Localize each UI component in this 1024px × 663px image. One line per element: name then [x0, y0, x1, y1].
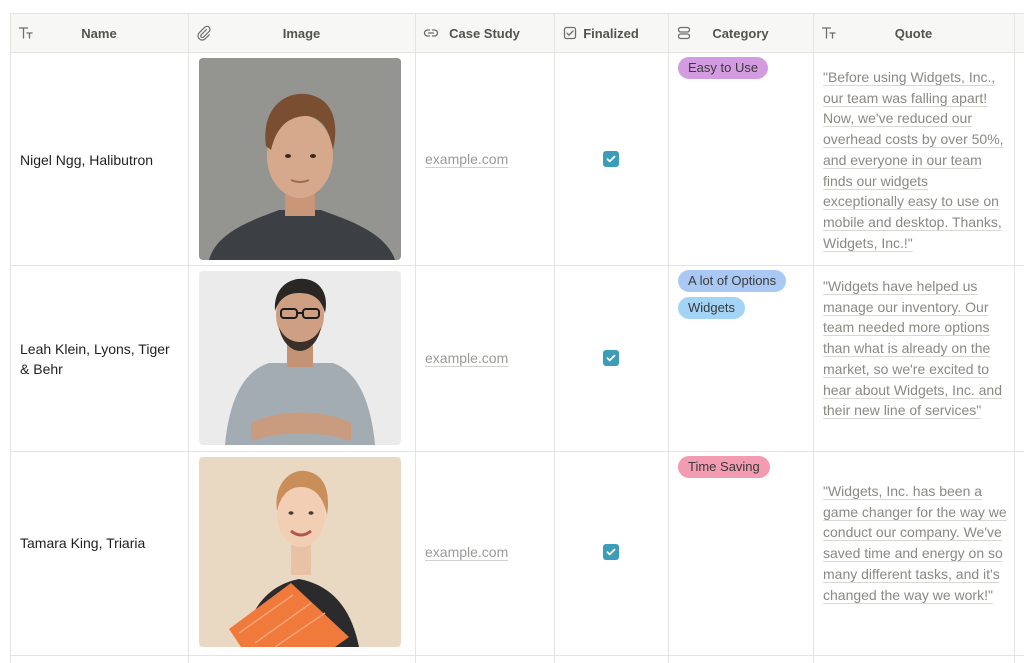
- quote-text: "Widgets have helped us manage our inven…: [823, 278, 1002, 419]
- person-photo[interactable]: [199, 271, 401, 445]
- text-type-icon: [18, 25, 34, 41]
- row-divider: [10, 655, 1024, 656]
- checkmark-icon: [606, 155, 616, 163]
- column-label: Image: [282, 25, 321, 41]
- column-label: Finalized: [583, 25, 639, 41]
- category-tag[interactable]: A lot of Options: [678, 270, 787, 292]
- person-photo[interactable]: [199, 457, 401, 647]
- column-label: Name: [81, 25, 117, 41]
- column-label: Case Study: [449, 25, 520, 41]
- column-header-case-study[interactable]: Case Study: [415, 14, 554, 52]
- column-header-category[interactable]: Category: [668, 14, 813, 52]
- column-divider: [668, 13, 669, 663]
- table-header: Name Image Case Study Finalized Category: [10, 13, 1024, 53]
- quote-cell[interactable]: "Before using Widgets, Inc., our team wa…: [823, 67, 1008, 253]
- quote-cell[interactable]: "Widgets have helped us manage our inven…: [823, 276, 1008, 421]
- finalized-checkbox[interactable]: [603, 151, 619, 167]
- column-header-image[interactable]: Image: [188, 14, 415, 52]
- name-cell[interactable]: Nigel Ngg, Halibutron: [20, 150, 180, 170]
- column-divider: [188, 13, 189, 663]
- column-divider: [10, 13, 11, 663]
- person-photo[interactable]: [199, 58, 401, 260]
- name-cell[interactable]: Tamara King, Triaria: [20, 533, 180, 553]
- quote-cell[interactable]: "Widgets, Inc. has been a game changer f…: [823, 481, 1008, 605]
- column-divider: [1014, 13, 1015, 663]
- name-cell[interactable]: Leah Klein, Lyons, Tiger & Behr: [20, 339, 180, 379]
- column-divider: [415, 13, 416, 663]
- column-divider: [554, 13, 555, 663]
- category-tag[interactable]: Easy to Use: [678, 57, 769, 79]
- column-divider: [813, 13, 814, 663]
- row-divider: [10, 265, 1024, 266]
- category-tag[interactable]: Widgets: [678, 297, 745, 319]
- column-label: Quote: [894, 25, 933, 41]
- case-study-link[interactable]: example.com: [425, 350, 508, 366]
- case-study-link[interactable]: example.com: [425, 151, 508, 167]
- checkbox-icon: [562, 25, 578, 41]
- category-tag[interactable]: Time Saving: [678, 456, 770, 478]
- text-type-icon: [821, 25, 837, 41]
- column-header-name[interactable]: Name: [10, 14, 188, 52]
- column-label: Category: [712, 25, 769, 41]
- column-header-quote[interactable]: Quote: [813, 14, 1014, 52]
- checkmark-icon: [606, 548, 616, 556]
- quote-text: "Before using Widgets, Inc., our team wa…: [823, 69, 1004, 251]
- checkmark-icon: [606, 354, 616, 362]
- data-table: Name Image Case Study Finalized Category: [0, 0, 1024, 663]
- column-header-finalized[interactable]: Finalized: [554, 14, 668, 52]
- case-study-link[interactable]: example.com: [425, 544, 508, 560]
- multi-select-icon: [676, 25, 692, 41]
- paperclip-icon: [196, 25, 212, 41]
- row-divider: [10, 451, 1024, 452]
- link-icon: [423, 25, 439, 41]
- quote-text: "Widgets, Inc. has been a game changer f…: [823, 483, 1007, 603]
- finalized-checkbox[interactable]: [603, 350, 619, 366]
- finalized-checkbox[interactable]: [603, 544, 619, 560]
